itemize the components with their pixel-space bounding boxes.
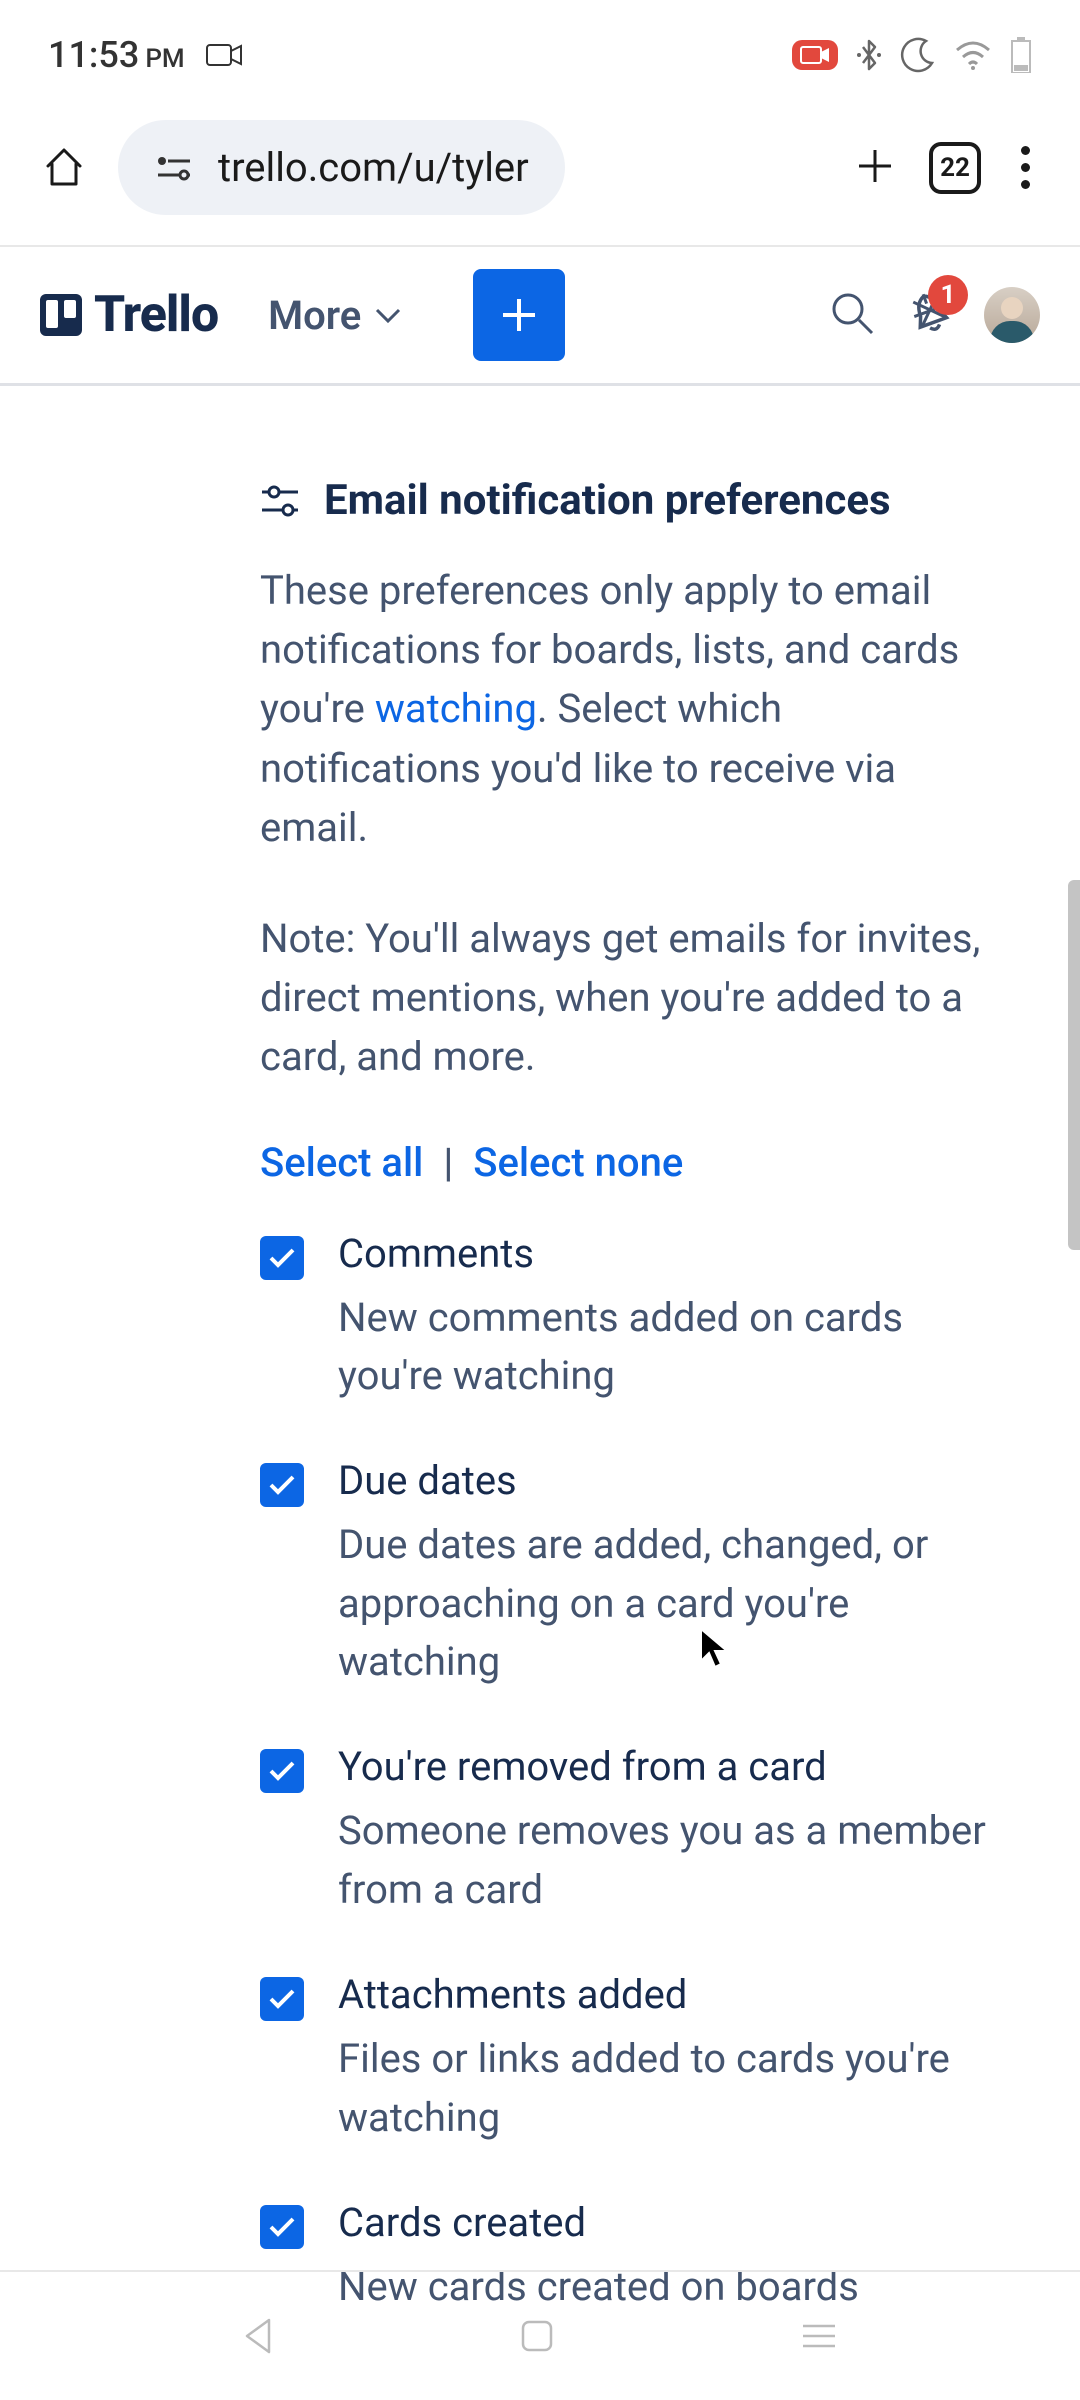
trello-wordmark: Trello <box>94 286 218 344</box>
pref-comments: Comments New comments added on cards you… <box>260 1230 990 1406</box>
tab-switcher[interactable]: 22 <box>929 142 981 194</box>
wifi-icon <box>954 40 992 70</box>
recording-badge-icon <box>792 40 838 70</box>
pref-due-dates: Due dates Due dates are added, changed, … <box>260 1457 990 1691</box>
url-bar[interactable]: trello.com/u/tyler <box>118 120 565 215</box>
main-content: Email notification preferences These pre… <box>0 386 1080 2316</box>
notifications-button[interactable]: 1 <box>906 289 954 341</box>
avatar[interactable] <box>984 287 1040 343</box>
watching-link[interactable]: watching <box>375 685 537 732</box>
pref-desc: Files or links added to cards you're wat… <box>338 2030 990 2147</box>
checkbox-cards-created[interactable] <box>260 2205 304 2249</box>
separator: | <box>443 1139 453 1186</box>
pref-attachments: Attachments added Files or links added t… <box>260 1971 990 2147</box>
section-description: These preferences only apply to email no… <box>260 561 990 857</box>
more-label: More <box>268 292 361 339</box>
checkbox-removed[interactable] <box>260 1749 304 1793</box>
status-bar: 11:53PM <box>0 0 1080 100</box>
section-note: Note: You'll always get emails for invit… <box>260 909 990 1087</box>
section-header: Email notification preferences <box>260 476 990 525</box>
trello-logo[interactable]: Trello <box>40 286 218 344</box>
battery-icon <box>1010 37 1032 73</box>
status-time: 11:53PM <box>48 34 185 76</box>
select-none-link[interactable]: Select none <box>473 1139 683 1186</box>
scroll-indicator[interactable] <box>1068 880 1080 1250</box>
select-links: Select all | Select none <box>260 1139 990 1186</box>
search-icon[interactable] <box>828 289 876 341</box>
chevron-down-icon <box>373 305 403 325</box>
section-title: Email notification preferences <box>324 476 891 525</box>
pref-desc: New comments added on cards you're watch… <box>338 1289 990 1406</box>
recents-icon[interactable] <box>799 2320 839 2352</box>
site-settings-icon <box>154 153 194 183</box>
checkbox-due-dates[interactable] <box>260 1463 304 1507</box>
back-icon[interactable] <box>241 2316 275 2356</box>
video-call-icon <box>205 41 243 69</box>
pref-desc: Due dates are added, changed, or approac… <box>338 1516 990 1691</box>
home-nav-icon[interactable] <box>517 2316 557 2356</box>
create-button[interactable] <box>473 269 565 361</box>
app-header: Trello More 1 <box>0 247 1080 383</box>
more-menu-button[interactable]: More <box>268 292 403 339</box>
pref-title: Attachments added <box>338 1971 990 2018</box>
checkbox-comments[interactable] <box>260 1236 304 1280</box>
pref-desc: Someone removes you as a member from a c… <box>338 1802 990 1919</box>
home-icon[interactable] <box>40 142 88 194</box>
notification-badge: 1 <box>928 275 968 315</box>
url-text: trello.com/u/tyler <box>218 144 529 191</box>
pref-title: Due dates <box>338 1457 990 1504</box>
new-tab-icon[interactable] <box>851 142 899 194</box>
bluetooth-icon <box>856 39 882 71</box>
dnd-moon-icon <box>900 37 936 73</box>
pref-title: You're removed from a card <box>338 1743 990 1790</box>
browser-menu-icon[interactable] <box>1011 146 1040 189</box>
checkbox-attachments[interactable] <box>260 1977 304 2021</box>
system-nav-bar <box>0 2270 1080 2400</box>
browser-toolbar: trello.com/u/tyler 22 <box>0 100 1080 245</box>
sliders-icon <box>260 484 300 518</box>
pref-removed: You're removed from a card Someone remov… <box>260 1743 990 1919</box>
plus-icon <box>497 293 541 337</box>
pref-title: Cards created <box>338 2199 990 2246</box>
pref-title: Comments <box>338 1230 990 1277</box>
select-all-link[interactable]: Select all <box>260 1139 423 1186</box>
